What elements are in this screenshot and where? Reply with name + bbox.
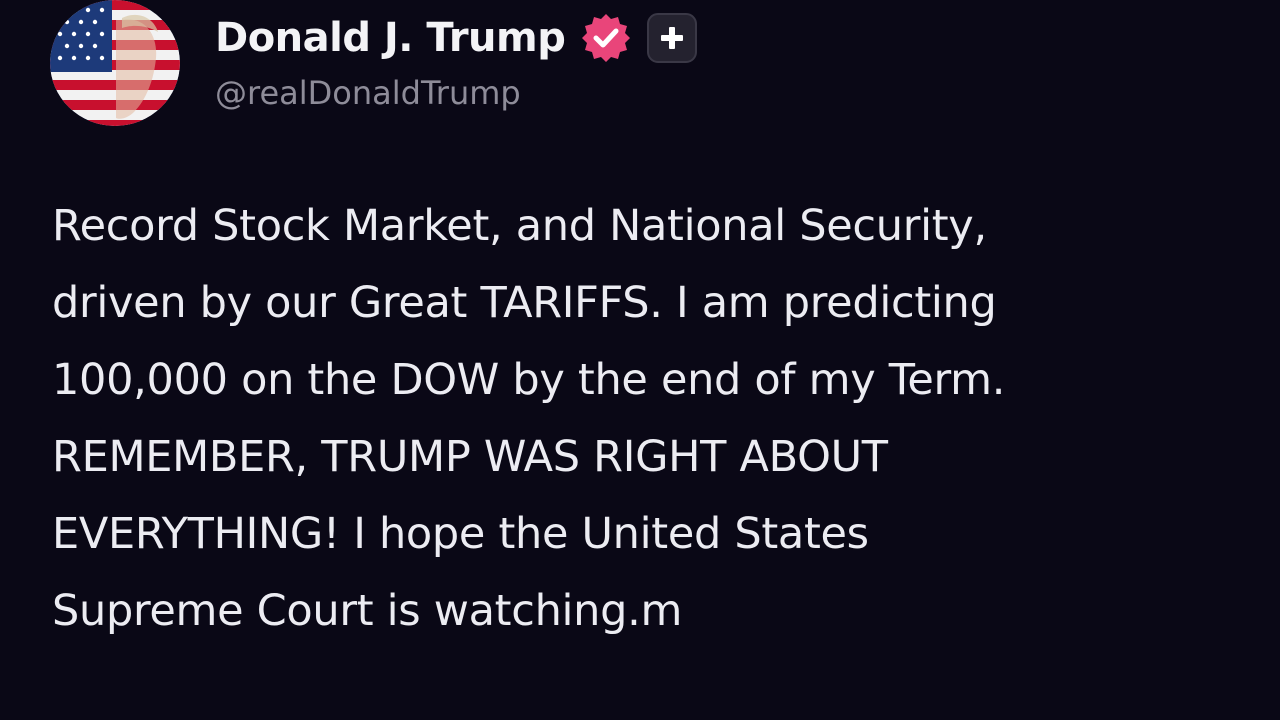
post-text-line: REMEMBER, TRUMP WAS RIGHT ABOUT [52, 432, 888, 482]
post-card: Donald J. Trump @realDonaldTrump Record … [0, 0, 1280, 720]
author-handle[interactable]: @realDonaldTrump [215, 74, 697, 112]
post-text-line: 100,000 on the DOW by the end of my Term… [52, 355, 1006, 405]
plus-icon[interactable] [647, 13, 698, 63]
author-display-name[interactable]: Donald J. Trump [215, 15, 566, 61]
post-text-line: driven by our Great TARIFFS. I am predic… [52, 278, 997, 328]
post-header: Donald J. Trump @realDonaldTrump [215, 8, 698, 112]
post-text-line: Record Stock Market, and National Securi… [52, 201, 987, 251]
post-text: Record Stock Market, and National Securi… [52, 188, 1252, 650]
verified-badge-icon [579, 11, 633, 65]
post-text-line: EVERYTHING! I hope the United States [52, 509, 869, 559]
flag-portrait-avatar-icon [50, 0, 180, 126]
author-avatar[interactable] [50, 0, 180, 126]
name-row: Donald J. Trump [215, 8, 698, 68]
post-text-line: Supreme Court is watching.m [52, 586, 683, 636]
